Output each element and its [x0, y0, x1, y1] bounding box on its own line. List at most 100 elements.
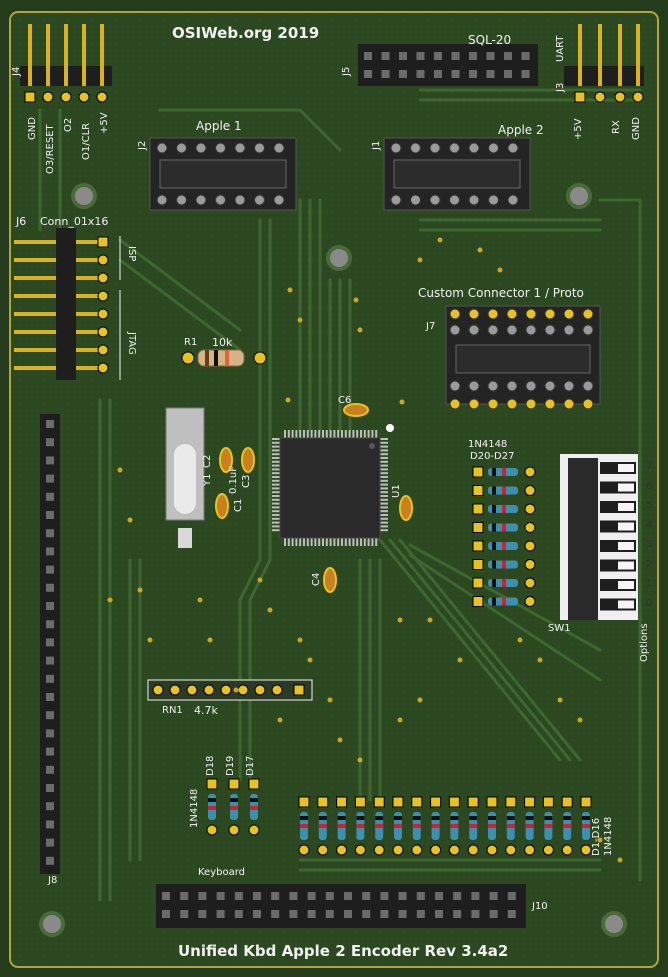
- sw1-toggle: [618, 561, 634, 570]
- diode-pad: [206, 778, 218, 790]
- j5-pin: [521, 70, 530, 78]
- via: [537, 657, 543, 663]
- via: [147, 637, 153, 643]
- j7-socket[interactable]: [445, 305, 601, 410]
- diode-band: [394, 816, 402, 820]
- u1-pin: [329, 430, 332, 438]
- u1-pin: [272, 495, 280, 497]
- diode-pad: [472, 522, 484, 533]
- diode-mark: [356, 824, 365, 828]
- j7-pin: [487, 324, 499, 336]
- j8-pin: [46, 529, 54, 538]
- j4-pin-reset: O3/RESET: [45, 124, 56, 174]
- u1-pin: [272, 464, 280, 467]
- diode-pad: [524, 466, 536, 478]
- via: [397, 717, 403, 723]
- diode-pad: [392, 796, 404, 808]
- u1-pin: [299, 538, 302, 546]
- rn1-pin: [237, 684, 249, 696]
- j10-pin: [162, 892, 170, 900]
- u1-pin: [272, 479, 280, 482]
- sw1-toggle: [618, 464, 634, 472]
- u1-pin: [367, 538, 370, 546]
- j10-pin: [416, 910, 425, 918]
- j10-pin: [198, 892, 207, 900]
- u1-pin: [352, 430, 355, 438]
- diode-band: [208, 798, 216, 802]
- diode-pad: [561, 796, 573, 808]
- j7-pin: [487, 380, 499, 392]
- diode-mark: [412, 824, 421, 828]
- j7-pin: [582, 324, 594, 336]
- u1-pin: [291, 430, 294, 438]
- diode-pad: [472, 540, 484, 552]
- j7-pin: [506, 380, 518, 392]
- c4-capacitor[interactable]: [323, 567, 337, 593]
- apple1-socket[interactable]: [149, 137, 297, 211]
- diode-mark: [488, 824, 496, 828]
- rn1-label: RN1: [162, 705, 183, 716]
- j5-header[interactable]: [358, 44, 538, 86]
- apple1-label: Apple 1: [196, 119, 242, 133]
- u1-pin: [310, 538, 313, 546]
- c1-capacitor[interactable]: [215, 493, 229, 519]
- u1-pin: [344, 430, 347, 438]
- j8-header[interactable]: [40, 414, 60, 874]
- u1-mcu[interactable]: [272, 424, 394, 546]
- rn1-pin: [254, 684, 266, 696]
- diodes-d17-d19[interactable]: [206, 778, 260, 836]
- j10-pin: [307, 910, 316, 918]
- u1-pin: [352, 538, 355, 546]
- socket-pin: [449, 142, 460, 154]
- j6-pin-lead: [76, 240, 98, 244]
- via: [357, 757, 363, 763]
- j5-pin: [434, 70, 442, 78]
- sw1-toggle: [618, 542, 634, 550]
- j4-pin-gnd: GND: [27, 117, 38, 140]
- diode-pad: [354, 844, 366, 856]
- u1-pin: [295, 538, 298, 546]
- u1-pin: [306, 538, 309, 546]
- u1-pin: [380, 510, 388, 513]
- u1-pin: [272, 487, 280, 490]
- u1-pin: [272, 521, 280, 524]
- sw1-dip-switch[interactable]: [560, 454, 638, 620]
- u1-pin: [333, 430, 336, 438]
- u1-pin: [380, 521, 388, 524]
- apple2-socket[interactable]: [383, 137, 531, 211]
- u1-pin: [272, 476, 280, 478]
- j8-pin: [46, 765, 54, 774]
- u1-capacitor[interactable]: [399, 495, 413, 521]
- j7-pin: [582, 308, 594, 320]
- diode-pad: [248, 778, 260, 790]
- diode-mark: [394, 824, 402, 828]
- j10-keyboard-header[interactable]: [156, 884, 526, 928]
- rn1-resistor-network[interactable]: [147, 679, 313, 701]
- c3-capacitor[interactable]: [241, 447, 255, 473]
- u1-pin: [272, 483, 280, 486]
- rn1-pin: [293, 684, 305, 696]
- j6-pin-lead: [14, 348, 56, 352]
- j6-pad: [97, 272, 109, 284]
- diode-band: [506, 816, 515, 820]
- j7-pin: [449, 308, 461, 320]
- j8-pin: [46, 820, 54, 829]
- j7-pin: [525, 308, 537, 320]
- u1-pin: [375, 538, 378, 546]
- u1-pin: [360, 430, 362, 438]
- diode-mark: [502, 560, 506, 569]
- via: [617, 857, 623, 863]
- j7-pin: [544, 324, 556, 336]
- sw1-position-number: 1: [646, 578, 653, 589]
- sw1-position-number: 0: [646, 597, 653, 609]
- j6-pin-lead: [14, 366, 56, 370]
- socket-pin: [273, 142, 285, 154]
- j6-pad: [97, 326, 109, 338]
- j7-pin: [582, 380, 594, 392]
- j10-pin: [325, 910, 334, 918]
- j5-pin: [486, 52, 495, 60]
- via: [207, 637, 213, 643]
- diode-pad: [524, 577, 536, 589]
- diode-pad: [448, 844, 460, 856]
- diode-mark: [563, 824, 572, 828]
